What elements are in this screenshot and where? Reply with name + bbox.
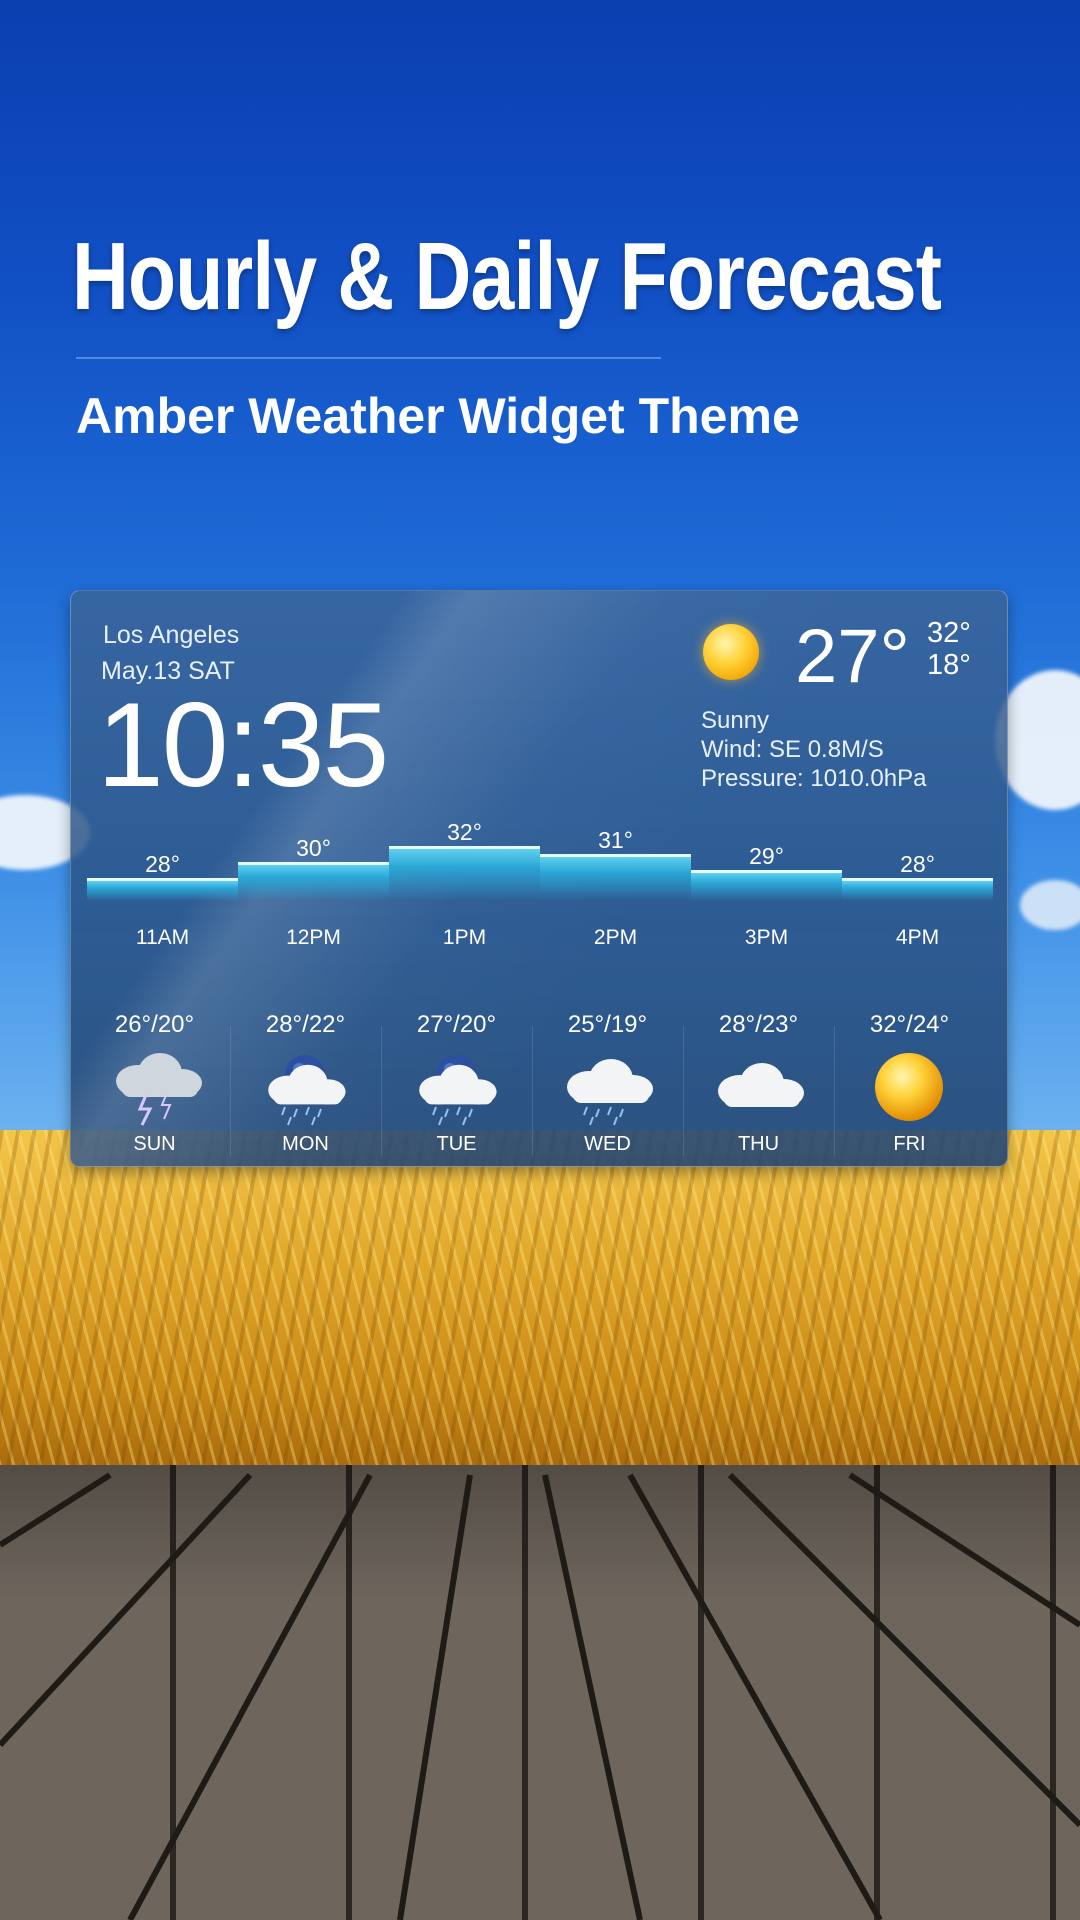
high-temperature: 32°: [927, 617, 971, 649]
hourly-temp: 28°: [145, 851, 180, 877]
daily-item-thu[interactable]: 28°/23° THU: [683, 1011, 834, 1161]
pressure-label: Pressure: 1010.0hPa: [701, 765, 927, 792]
current-temperature: 27°: [795, 614, 910, 699]
hourly-bar: [389, 846, 540, 901]
hourly-time: 2PM: [593, 926, 638, 949]
hourly-temp: 30°: [296, 835, 331, 861]
hourly-bar: [540, 854, 691, 901]
sun-icon: [703, 624, 759, 680]
cloudy-icon: [708, 1049, 808, 1127]
hourly-bar: [238, 862, 389, 901]
daily-temp-range: 26°/20°: [114, 1011, 195, 1038]
headline-divider: [76, 357, 661, 359]
daily-item-tue[interactable]: 27°/20° TUE: [381, 1011, 532, 1161]
hourly-time: 12PM: [286, 926, 341, 949]
hourly-bar: [87, 878, 238, 901]
clock-time[interactable]: 10:35: [97, 676, 389, 814]
wind-label: Wind: SE 0.8M/S: [701, 736, 884, 763]
hourly-bar: [842, 878, 993, 901]
day-divider: [532, 1026, 533, 1156]
weather-widget[interactable]: Los Angeles May.13 SAT 10:35 27° 32° 18°…: [70, 590, 1008, 1167]
city-label: Los Angeles: [103, 621, 240, 649]
daily-item-sun[interactable]: 26°/20° SUN: [79, 1011, 230, 1161]
wheat-field: [0, 1130, 1080, 1470]
daily-day-name: MON: [282, 1133, 329, 1155]
hourly-temp: 28°: [900, 851, 935, 877]
daily-forecast: 26°/20° SUN 28°/22° MON 27°/20° TUE 25°/…: [71, 1011, 1007, 1161]
daily-temp-range: 25°/19°: [567, 1011, 648, 1038]
daily-item-mon[interactable]: 28°/22° MON: [230, 1011, 381, 1161]
day-divider: [230, 1026, 231, 1156]
light-rain-icon: [557, 1049, 657, 1127]
daily-day-name: TUE: [436, 1133, 477, 1155]
promo-headline: Hourly & Daily Forecast: [72, 223, 942, 330]
daily-item-wed[interactable]: 25°/19° WED: [532, 1011, 683, 1161]
daily-temp-range: 32°/24°: [869, 1011, 950, 1038]
hourly-temp: 32°: [447, 819, 482, 845]
night-rain-icon: [255, 1049, 355, 1127]
hourly-temp: 29°: [749, 843, 784, 869]
condition-label: Sunny: [701, 707, 770, 734]
hourly-temp: 31°: [598, 827, 633, 853]
hourly-time: 3PM: [744, 926, 789, 949]
hourly-time: 4PM: [895, 926, 940, 949]
night-rain-icon: [406, 1049, 506, 1127]
daily-temp-range: 27°/20°: [416, 1011, 497, 1038]
hourly-time: 11AM: [135, 926, 190, 949]
daily-item-fri[interactable]: 32°/24° FRI: [834, 1011, 985, 1161]
daily-day-name: WED: [584, 1133, 631, 1155]
hourly-time: 1PM: [442, 926, 487, 949]
hourly-forecast: 28° 11AM 30° 12PM 32° 1PM 31° 2PM 29° 3PM 28° 4PM: [87, 819, 993, 961]
wooden-deck: [0, 1465, 1080, 1920]
day-divider: [834, 1026, 835, 1156]
daily-day-name: THU: [737, 1133, 780, 1155]
daily-temp-range: 28°/23°: [718, 1011, 799, 1038]
daily-day-name: FRI: [893, 1133, 926, 1155]
promo-subtitle: Amber Weather Widget Theme: [76, 388, 800, 444]
daily-temp-range: 28°/22°: [265, 1011, 346, 1038]
day-divider: [683, 1026, 684, 1156]
daily-day-name: SUN: [133, 1133, 176, 1155]
low-temperature: 18°: [927, 649, 971, 681]
sun-icon: [859, 1049, 959, 1127]
hourly-bar: [691, 870, 842, 901]
day-divider: [381, 1026, 382, 1156]
thunderstorm-icon: [104, 1049, 204, 1127]
